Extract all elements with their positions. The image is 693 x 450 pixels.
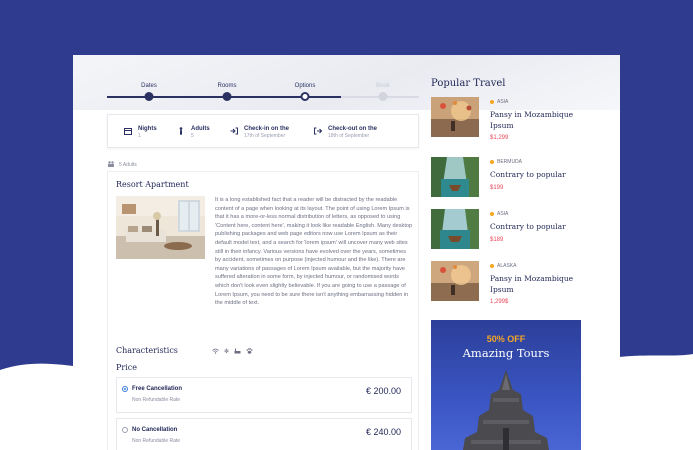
adults-value: 5	[191, 133, 194, 139]
step-label-book: Book	[376, 83, 390, 89]
checkout-value: 18th of September	[328, 133, 370, 139]
resort-description: It is a long established fact that a rea…	[215, 197, 413, 307]
travel-category: ALASKA	[490, 263, 516, 269]
option-sub: Non Refundable Rate	[132, 397, 181, 403]
wifi-icon	[212, 348, 219, 356]
radio-free-cancellation[interactable]	[122, 386, 128, 392]
travel-price: $199	[490, 185, 504, 191]
radio-no-cancellation[interactable]	[122, 427, 128, 433]
logout-icon	[313, 127, 322, 136]
option-name: Free Cancellation	[132, 386, 183, 392]
travel-photo-lake	[431, 209, 479, 249]
category-dot	[490, 160, 494, 164]
nights-label: Nights	[138, 126, 157, 132]
step-label-options: Options	[294, 83, 316, 89]
resort-title: Resort Apartment	[116, 180, 189, 189]
nights-value: 1	[138, 133, 141, 139]
group-icon	[107, 161, 115, 169]
banner-title: Amazing Tours	[462, 346, 550, 360]
category-label: ALASKA	[497, 263, 517, 269]
travel-category: ASIA	[490, 99, 508, 105]
travel-price: $1,299	[490, 135, 509, 141]
travel-category: ASIA	[490, 211, 508, 217]
summary-nights: Nights 1	[123, 125, 157, 140]
summary-adults: Adults 5	[176, 125, 210, 140]
category-label: ASIA	[497, 211, 509, 217]
booking-summary: Nights 1 Adults 5 Check-in on the 17th o…	[107, 114, 419, 148]
person-icon	[176, 127, 185, 136]
step-dot-options[interactable]	[300, 92, 310, 101]
checkin-label: Check-in on the	[244, 126, 290, 132]
adults-count-text: 5 Adults	[119, 162, 137, 168]
option-price: € 200.00	[365, 386, 401, 396]
characteristics-icons: ✻	[212, 348, 253, 356]
travel-item[interactable]: ASIA Contrary to popular $189	[431, 209, 591, 249]
travel-category: BERMUDA	[490, 159, 522, 165]
promo-banner[interactable]: 50% OFF Amazing Tours	[431, 320, 581, 450]
travel-price: $189	[490, 237, 504, 243]
category-dot	[490, 100, 494, 104]
adults-count: 5 Adults	[107, 161, 137, 169]
characteristics-title: Characteristics	[116, 346, 178, 355]
bath-icon	[234, 348, 241, 356]
resort-photo	[116, 196, 205, 259]
login-icon	[229, 127, 238, 136]
travel-name[interactable]: Pansy in Mozambique Ipsum	[490, 273, 590, 295]
summary-checkout: Check-out on the 18th of September	[313, 125, 377, 140]
price-option-free-cancellation[interactable]: Free Cancellation Non Refundable Rate € …	[116, 377, 412, 413]
travel-item[interactable]: ASIA Pansy in Mozambique Ipsum $1,299	[431, 97, 591, 141]
option-sub: Non Refundable Rate	[132, 438, 181, 444]
travel-name[interactable]: Contrary to popular	[490, 169, 590, 180]
travel-photo-balloons	[431, 97, 479, 137]
step-label-dates: Dates	[141, 83, 157, 89]
step-dot-rooms[interactable]	[222, 92, 232, 101]
resort-panel: Resort Apartment It is a long establishe…	[107, 171, 419, 450]
banner-discount: 50% OFF	[486, 334, 526, 344]
travel-item[interactable]: BERMUDA Contrary to popular $199	[431, 157, 591, 197]
calendar-icon	[123, 127, 132, 136]
price-option-no-cancellation[interactable]: No Cancellation Non Refundable Rate € 24…	[116, 418, 412, 450]
booking-steps: Dates Rooms Options Book	[107, 83, 419, 103]
price-title: Price	[116, 363, 137, 372]
adults-label: Adults	[191, 126, 210, 132]
snowflake-icon: ✻	[224, 349, 230, 355]
travel-name[interactable]: Contrary to popular	[490, 221, 590, 232]
option-name: No Cancellation	[132, 427, 178, 433]
step-dot-book[interactable]	[378, 92, 388, 101]
category-dot	[490, 212, 494, 216]
temple-illustration	[463, 370, 549, 450]
category-label: ASIA	[497, 99, 509, 105]
travel-name[interactable]: Pansy in Mozambique Ipsum	[490, 109, 590, 131]
travel-photo-balloons	[431, 261, 479, 301]
step-dot-dates[interactable]	[144, 92, 154, 101]
category-dot	[490, 264, 494, 268]
travel-price: 1,299$	[490, 299, 509, 305]
option-price: € 240.00	[365, 427, 401, 437]
step-label-rooms: Rooms	[217, 83, 237, 89]
popular-travel-title: Popular Travel	[431, 78, 506, 89]
travel-photo-lake	[431, 157, 479, 197]
summary-checkin: Check-in on the 17th of September	[229, 125, 289, 140]
pet-icon	[246, 348, 253, 356]
category-label: BERMUDA	[497, 159, 523, 165]
checkin-value: 17th of September	[244, 133, 286, 139]
booking-card: Dates Rooms Options Book Nights 1 Adults	[73, 55, 620, 450]
checkout-label: Check-out on the	[328, 126, 377, 132]
travel-item[interactable]: ALASKA Pansy in Mozambique Ipsum 1,299$	[431, 261, 591, 305]
